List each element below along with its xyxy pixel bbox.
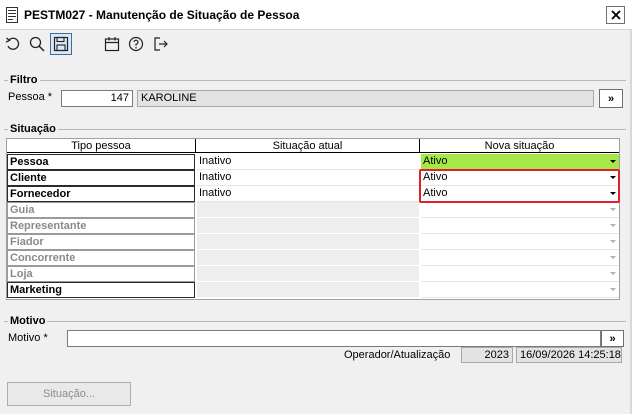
table-row: Concorrente — [7, 250, 619, 266]
cell-nova-situacao-select[interactable]: Ativo — [421, 154, 619, 170]
column-header-tipo[interactable]: Tipo pessoa — [7, 139, 196, 153]
title-bar: PESTM027 - Manutenção de Situação de Pes… — [0, 0, 632, 30]
calendar-button[interactable] — [101, 33, 123, 55]
cell-situacao-atual: Inativo — [197, 154, 419, 170]
cell-nova-situacao-select[interactable]: Ativo — [421, 186, 619, 202]
cell-tipo-pessoa[interactable]: Fornecedor — [7, 186, 195, 202]
column-header-nova[interactable]: Nova situação — [420, 139, 619, 153]
situacao-button[interactable]: Situação... — [7, 382, 131, 406]
dropdown-button[interactable] — [607, 171, 619, 184]
toolbar — [0, 30, 632, 60]
dropdown-button[interactable] — [607, 187, 619, 200]
cell-situacao-atual: Inativo — [197, 170, 419, 186]
dropdown-button[interactable] — [607, 251, 619, 264]
calendar-icon — [104, 37, 120, 52]
undo-icon — [5, 37, 20, 50]
table-row: Pessoa Inativo Ativo — [7, 154, 619, 170]
column-header-atual[interactable]: Situação atual — [196, 139, 420, 153]
chevron-down-icon — [610, 176, 616, 179]
cell-tipo-pessoa[interactable]: Concorrente — [7, 250, 195, 266]
pessoa-name-field: KAROLINE — [137, 90, 594, 107]
dropdown-button[interactable] — [607, 235, 619, 248]
cell-situacao-atual — [197, 266, 419, 282]
dropdown-button[interactable] — [607, 219, 619, 232]
pessoa-label: Pessoa * — [8, 91, 53, 103]
chevron-down-icon — [610, 224, 616, 227]
operador-label: Operador/Atualização — [344, 349, 451, 361]
chevron-down-icon — [610, 160, 616, 163]
motivo-label: Motivo * — [8, 332, 48, 344]
atualizacao-field: 16/09/2026 14:25:18 — [516, 347, 622, 363]
window-title: PESTM027 - Manutenção de Situação de Pes… — [24, 8, 300, 22]
save-button[interactable] — [50, 33, 72, 55]
chevron-down-icon — [610, 256, 616, 259]
nova-situacao-value: Ativo — [423, 187, 448, 199]
chevron-down-icon — [610, 208, 616, 211]
table-row: Fiador — [7, 234, 619, 250]
motivo-legend: Motivo — [10, 315, 46, 327]
situacao-grid: Tipo pessoa Situação atual Nova situação… — [6, 138, 620, 300]
dropdown-button[interactable] — [607, 267, 619, 280]
help-icon — [128, 36, 144, 52]
cell-tipo-pessoa[interactable]: Loja — [7, 266, 195, 282]
cell-nova-situacao-select[interactable] — [421, 266, 619, 282]
chevron-down-icon — [610, 192, 616, 195]
search-icon — [29, 36, 45, 52]
filtro-legend: Filtro — [10, 74, 38, 86]
chevron-down-icon — [610, 272, 616, 275]
cell-situacao-atual — [197, 202, 419, 218]
motivo-input[interactable] — [67, 330, 601, 347]
operador-code-field: 2023 — [461, 347, 513, 363]
nova-situacao-value: Ativo — [423, 171, 448, 183]
cell-nova-situacao-select[interactable] — [421, 218, 619, 234]
exit-icon — [154, 37, 168, 51]
cell-tipo-pessoa[interactable]: Marketing — [7, 282, 195, 298]
save-icon — [53, 36, 69, 52]
table-row: Fornecedor Inativo Ativo — [7, 186, 619, 202]
dropdown-button[interactable] — [607, 203, 619, 216]
cell-nova-situacao-select[interactable] — [421, 282, 619, 298]
cell-tipo-pessoa[interactable]: Guia — [7, 202, 195, 218]
pessoa-lookup-button[interactable]: » — [599, 89, 623, 108]
table-row: Loja — [7, 266, 619, 282]
help-button[interactable] — [125, 33, 147, 55]
table-row: Marketing — [7, 282, 619, 298]
cell-situacao-atual — [197, 282, 419, 298]
cell-situacao-atual — [197, 218, 419, 234]
cell-nova-situacao-select[interactable] — [421, 234, 619, 250]
chevron-down-icon — [610, 288, 616, 291]
cell-tipo-pessoa[interactable]: Representante — [7, 218, 195, 234]
table-row: Cliente Inativo Ativo — [7, 170, 619, 186]
cell-nova-situacao-select[interactable] — [421, 202, 619, 218]
table-row: Representante — [7, 218, 619, 234]
chevron-down-icon — [610, 240, 616, 243]
cell-nova-situacao-select[interactable] — [421, 250, 619, 266]
close-button[interactable] — [606, 6, 625, 24]
close-icon — [610, 10, 621, 20]
cell-situacao-atual — [197, 250, 419, 266]
dropdown-button[interactable] — [607, 283, 619, 296]
cell-tipo-pessoa[interactable]: Fiador — [7, 234, 195, 250]
situacao-legend: Situação — [10, 123, 56, 135]
search-button[interactable] — [26, 33, 48, 55]
cell-situacao-atual: Inativo — [197, 186, 419, 202]
cell-nova-situacao-select[interactable]: Ativo — [421, 170, 619, 186]
dropdown-button[interactable] — [607, 155, 619, 168]
undo-button[interactable] — [2, 33, 24, 55]
nova-situacao-value: Ativo — [423, 155, 448, 167]
app-document-icon — [6, 7, 18, 23]
cell-situacao-atual — [197, 234, 419, 250]
pessoa-code-input[interactable]: 147 — [61, 90, 133, 107]
cell-tipo-pessoa[interactable]: Cliente — [7, 170, 195, 186]
cell-tipo-pessoa[interactable]: Pessoa — [7, 154, 195, 170]
exit-button[interactable] — [150, 33, 172, 55]
table-row: Guia — [7, 202, 619, 218]
motivo-lookup-button[interactable]: » — [601, 330, 624, 347]
